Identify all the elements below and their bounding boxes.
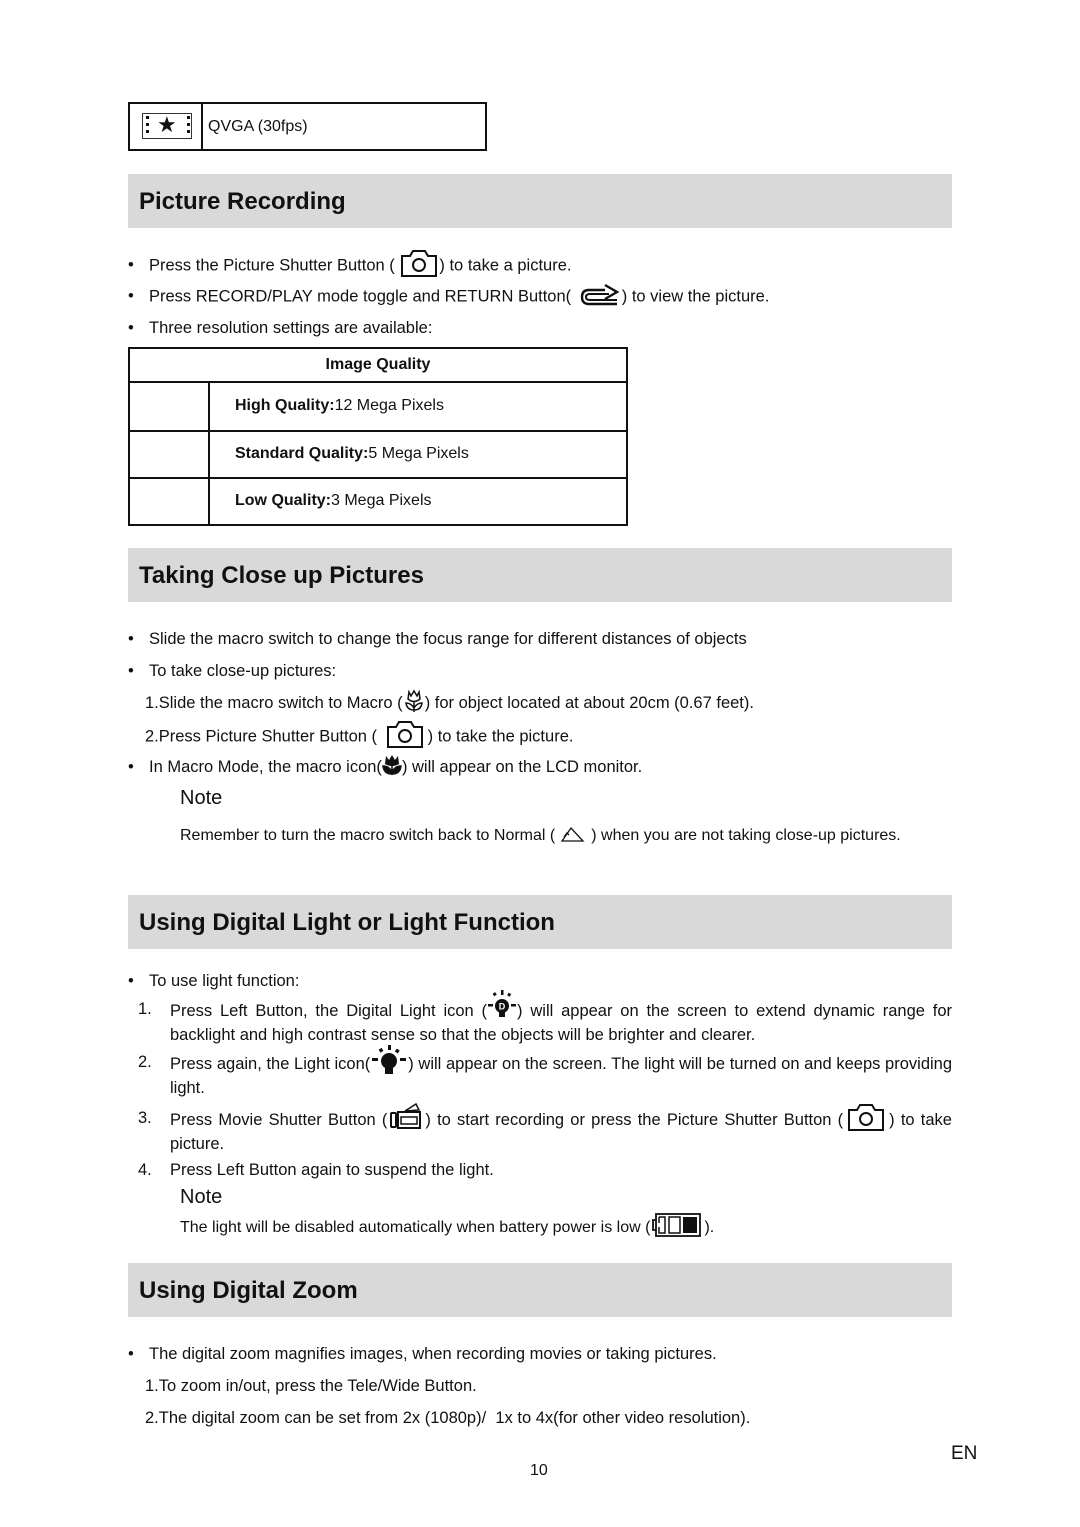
digital-light-icon: D <box>488 989 517 1017</box>
language-label: EN <box>951 1443 978 1464</box>
step-item: 2.The digital zoom can be set from 2x (1… <box>145 1409 751 1427</box>
macro-tulip-outline-icon <box>404 689 423 713</box>
note-text: Remember to turn the macro switch back t… <box>180 822 952 849</box>
step-text: Press Movie Shutter Button ( ) to start … <box>170 1102 952 1156</box>
bullet-item: • To take close-up pictures: <box>128 662 337 680</box>
image-quality-table: Image Quality High Quality:12 Mega Pixel… <box>128 347 628 526</box>
mode-icon-cell: ★ <box>130 104 203 149</box>
bullet-item: • In Macro Mode, the macro icon( ) will a… <box>128 755 642 777</box>
film-star-icon: ★ <box>142 112 192 139</box>
bullet-item: • Press the Picture Shutter Button ( ) to… <box>128 250 571 278</box>
table-icon-cell <box>130 479 210 524</box>
movie-camera-icon <box>390 1102 422 1129</box>
page-number: 10 <box>530 1462 548 1479</box>
table-icon-cell <box>130 383 210 430</box>
bullet-item: • Slide the macro switch to change the fo… <box>128 630 747 648</box>
note-text: The light will be disabled automatically… <box>180 1213 714 1238</box>
macro-tulip-filled-icon <box>382 755 402 776</box>
quality-value: 5 Mega Pixels <box>368 445 469 462</box>
table-row: High Quality:12 Mega Pixels <box>130 383 626 432</box>
bullet-item: • The digital zoom magnifies images, when… <box>128 1345 717 1363</box>
camera-icon <box>848 1103 885 1131</box>
step-number: 3. <box>138 1109 152 1127</box>
mountain-icon <box>560 826 585 842</box>
battery-low-icon <box>652 1213 702 1237</box>
note-heading: Note <box>180 1186 223 1208</box>
step-item: 1.Slide the macro switch to Macro ( ) fo… <box>145 689 754 714</box>
table-row: Standard Quality:5 Mega Pixels <box>130 432 626 479</box>
light-bulb-icon <box>372 1044 407 1074</box>
step-number: 4. <box>138 1161 152 1179</box>
section-header-close-up: Taking Close up Pictures <box>128 548 952 602</box>
video-mode-table: ★ QVGA (30fps) <box>128 102 487 151</box>
table-icon-cell <box>130 432 210 477</box>
step-item: 2.Press Picture Shutter Button ( ) to ta… <box>145 721 573 749</box>
quality-label: Standard Quality: <box>235 445 369 462</box>
note-heading: Note <box>180 787 223 809</box>
quality-label: Low Quality: <box>235 492 331 509</box>
step-text: Press Left Button, the Digital Light ico… <box>170 989 952 1047</box>
return-arrow-icon <box>580 283 620 306</box>
section-header-picture-recording: Picture Recording <box>128 174 952 228</box>
mode-label: QVGA (30fps) <box>208 118 308 135</box>
section-title: Using Digital Zoom <box>139 1277 358 1304</box>
bullet-item: • Press RECORD/PLAY mode toggle and RETUR… <box>128 283 769 308</box>
step-text: Press Left Button again to suspend the l… <box>170 1161 494 1179</box>
section-title: Taking Close up Pictures <box>139 562 424 589</box>
svg-text:D: D <box>499 1001 506 1011</box>
bullet-item: • To use light function: <box>128 972 300 990</box>
step-number: 1. <box>138 1000 152 1018</box>
section-title: Picture Recording <box>139 188 346 215</box>
bullet-item: • Three resolution settings are available… <box>128 319 433 337</box>
step-number: 2. <box>138 1053 152 1071</box>
table-row: Low Quality:3 Mega Pixels <box>130 479 626 524</box>
step-item: 1.To zoom in/out, press the Tele/Wide Bu… <box>145 1377 477 1395</box>
section-header-digital-light: Using Digital Light or Light Function <box>128 895 952 949</box>
step-text: Press again, the Light icon( ) will appe… <box>170 1044 952 1100</box>
quality-label: High Quality: <box>235 397 335 414</box>
section-header-digital-zoom: Using Digital Zoom <box>128 1263 952 1317</box>
camera-icon <box>386 721 423 748</box>
section-title: Using Digital Light or Light Function <box>139 909 555 936</box>
table-header: Image Quality <box>130 349 626 383</box>
camera-icon <box>401 250 438 277</box>
quality-value: 3 Mega Pixels <box>331 492 432 509</box>
quality-value: 12 Mega Pixels <box>334 397 444 414</box>
